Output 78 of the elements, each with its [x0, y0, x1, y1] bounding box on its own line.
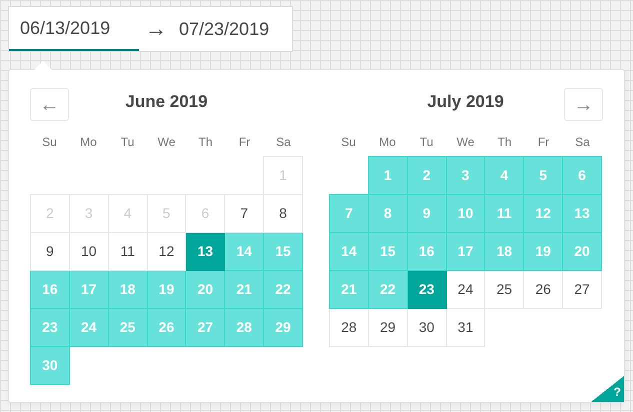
day-cell[interactable]: 12	[524, 194, 563, 232]
end-date[interactable]: 07/23/2019	[173, 7, 270, 51]
day-cell[interactable]: 7	[330, 194, 368, 232]
day-cell[interactable]: 19	[524, 232, 563, 270]
day-cell[interactable]: 18	[108, 270, 148, 308]
day-cell[interactable]: 19	[147, 270, 186, 308]
day-cell[interactable]: 27	[562, 270, 602, 308]
weekday-label: Mo	[79, 134, 98, 151]
day-cell[interactable]: 4	[484, 156, 524, 194]
date-range-field[interactable]: 06/13/2019 → 07/23/2019	[8, 6, 293, 52]
day-cell[interactable]: 11	[108, 232, 148, 270]
arrow-icon: →	[145, 18, 167, 40]
day-cell[interactable]: 10	[69, 232, 108, 270]
day-cell[interactable]: 21	[330, 270, 368, 308]
start-date[interactable]: 06/13/2019	[9, 7, 139, 51]
weekday-label: Tu	[120, 134, 136, 151]
day-cell[interactable]: 13	[562, 194, 602, 232]
day-cell[interactable]: 31	[446, 308, 485, 346]
day-cell[interactable]: 8	[368, 194, 408, 232]
day-cell[interactable]: 7	[224, 194, 264, 232]
day-cell[interactable]: 29	[368, 308, 408, 346]
weekday-label: Th	[197, 134, 214, 151]
day-cell[interactable]: 17	[446, 232, 485, 270]
day-cell[interactable]: 26	[524, 270, 563, 308]
next-month-button[interactable]: →	[564, 88, 603, 121]
weekday-label: We	[156, 134, 176, 151]
day-cell[interactable]: 22	[264, 270, 302, 308]
day-cell[interactable]: 22	[368, 270, 408, 308]
day-cell[interactable]: 24	[69, 308, 108, 346]
day-cell[interactable]: 9	[407, 194, 446, 232]
day-cell[interactable]: 26	[147, 308, 186, 346]
day-cell[interactable]: 23	[30, 308, 70, 346]
day-cell[interactable]: 28	[224, 308, 264, 346]
month-title: June 2019	[125, 91, 208, 114]
day-cell[interactable]: 29	[264, 308, 302, 346]
day-cell[interactable]: 15	[368, 232, 408, 270]
weekday-label: We	[456, 134, 476, 151]
day-cell[interactable]: 23	[407, 270, 446, 308]
day-cell[interactable]: 17	[69, 270, 108, 308]
weekday-label: Su	[41, 134, 58, 151]
weekday-label: Fr	[536, 134, 550, 151]
day-cell[interactable]: 2	[407, 156, 446, 194]
day-cell[interactable]: 30	[407, 308, 446, 346]
day-cell[interactable]: 3	[446, 156, 485, 194]
weekday-label: Tu	[418, 134, 434, 151]
weekday-label: Sa	[275, 134, 292, 151]
day-cell[interactable]: 10	[446, 194, 485, 232]
weekday-label: Th	[496, 134, 512, 151]
day-cell[interactable]: 21	[224, 270, 264, 308]
day-cell[interactable]: 15	[264, 232, 302, 270]
day-cell[interactable]: 30	[30, 346, 70, 384]
weekday-label: Fr	[238, 134, 252, 151]
weekday-label: Su	[340, 134, 357, 151]
day-cell[interactable]: 18	[484, 232, 524, 270]
day-cell[interactable]: 28	[330, 308, 368, 346]
weekday-label: Mo	[378, 134, 397, 151]
day-cell[interactable]: 5	[524, 156, 563, 194]
day-cell[interactable]: 1	[368, 156, 408, 194]
weekday-label: Sa	[574, 134, 591, 151]
day-cell[interactable]: 14	[224, 232, 264, 270]
month-title: July 2019	[427, 91, 504, 114]
day-cell[interactable]: 16	[30, 270, 70, 308]
day-cell[interactable]: 20	[562, 232, 602, 270]
day-cell[interactable]: 16	[407, 232, 446, 270]
day-cell[interactable]: 24	[446, 270, 485, 308]
previous-month-button[interactable]: ←	[30, 88, 69, 121]
day-cell[interactable]: 6	[562, 156, 602, 194]
day-cell[interactable]: 8	[264, 194, 302, 232]
day-cell[interactable]: 25	[108, 308, 148, 346]
day-cell[interactable]: 14	[330, 232, 368, 270]
day-cell[interactable]: 12	[147, 232, 186, 270]
day-cell[interactable]: 25	[484, 270, 524, 308]
day-cell[interactable]: 13	[186, 232, 225, 270]
day-cell[interactable]: 20	[186, 270, 225, 308]
day-cell[interactable]: 11	[484, 194, 524, 232]
day-cell[interactable]: 9	[30, 232, 70, 270]
day-cell[interactable]: 27	[186, 308, 225, 346]
help-button[interactable]: ?	[591, 376, 624, 402]
